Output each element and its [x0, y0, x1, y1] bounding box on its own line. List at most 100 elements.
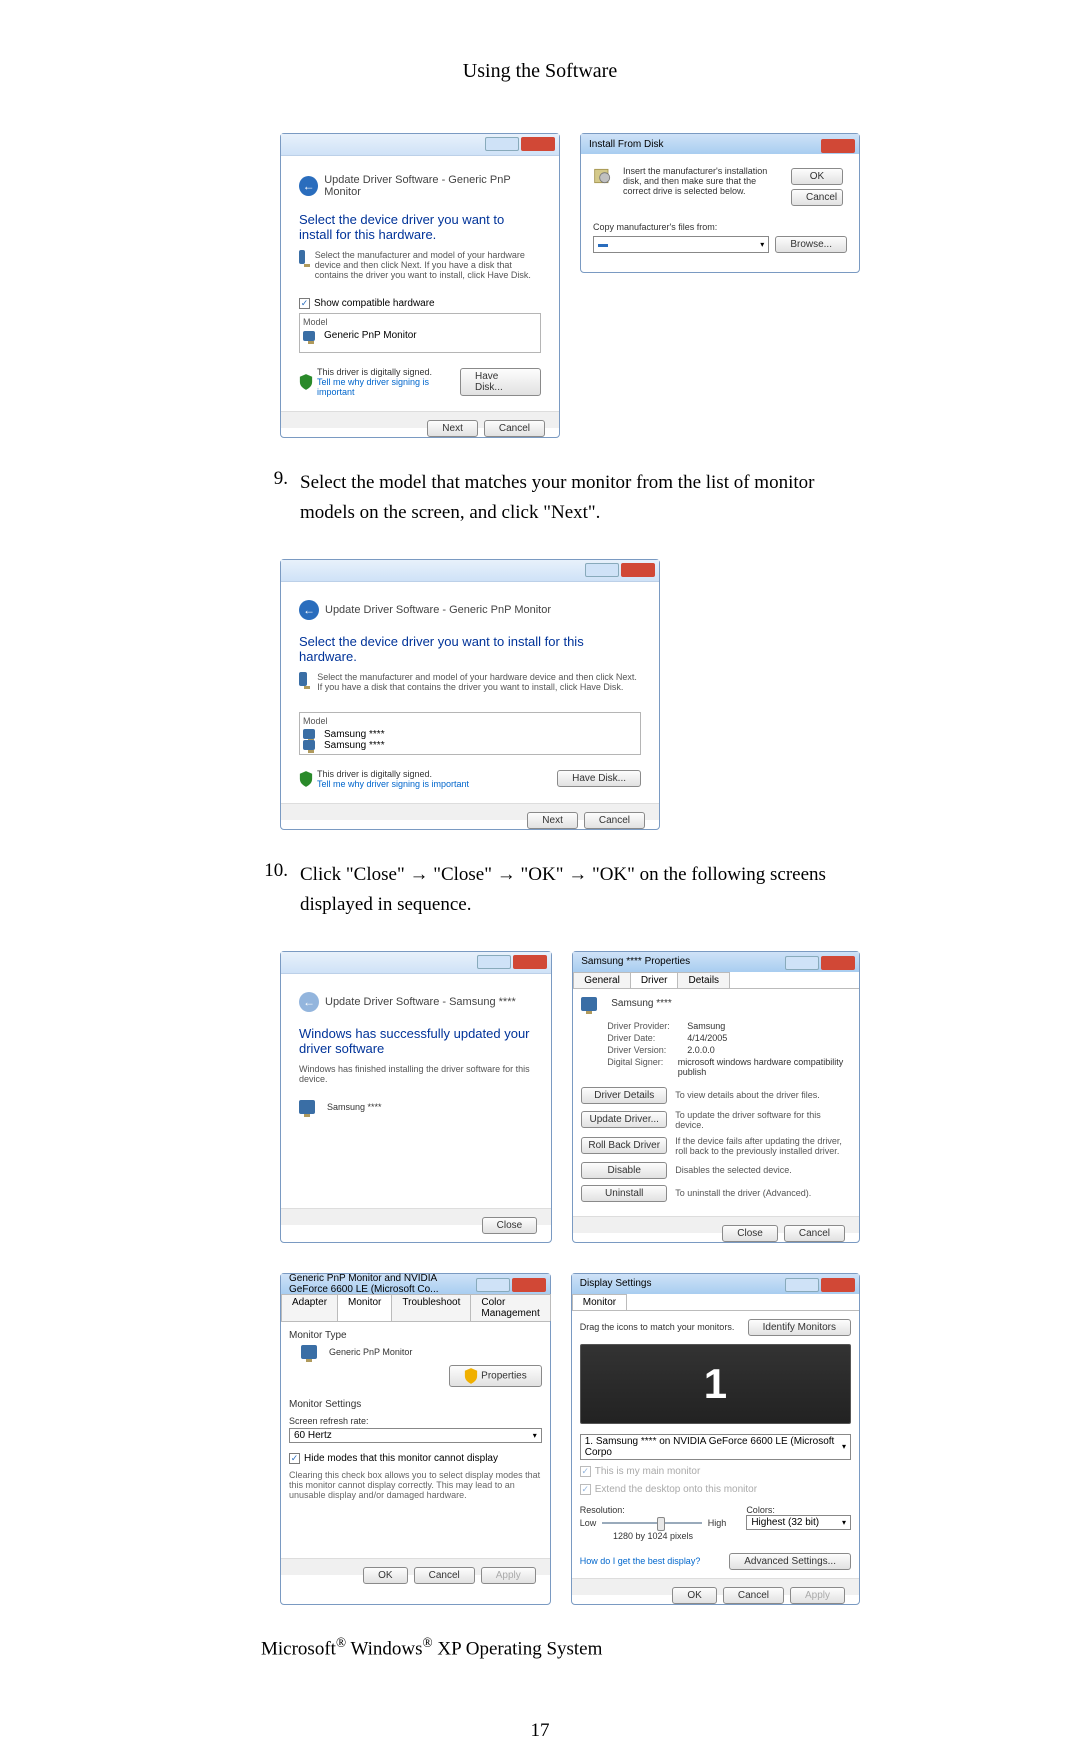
checkbox-label: Hide modes that this monitor cannot disp… — [304, 1453, 498, 1464]
resolution-value: 1280 by 1024 pixels — [580, 1531, 727, 1541]
step-number: 9. — [260, 468, 300, 529]
cancel-button[interactable]: Cancel — [414, 1567, 475, 1584]
page-number: 17 — [0, 1720, 1080, 1742]
cancel-button[interactable]: Cancel — [791, 189, 843, 206]
page-header: Using the Software — [0, 60, 1080, 83]
monitor-preview[interactable]: 1 — [580, 1344, 851, 1424]
tab-driver[interactable]: Driver — [630, 972, 679, 988]
minimize-icon[interactable] — [585, 563, 619, 577]
resolution-slider[interactable] — [602, 1515, 702, 1531]
dialog-select-model: ← Update Driver Software - Generic PnP M… — [280, 559, 660, 830]
disable-button[interactable]: Disable — [581, 1162, 667, 1179]
back-icon[interactable]: ← — [299, 992, 319, 1012]
model-listbox[interactable]: Model Samsung **** Samsung **** — [299, 712, 641, 755]
close-icon[interactable] — [821, 1278, 855, 1292]
tab-adapter[interactable]: Adapter — [281, 1294, 338, 1321]
list-item[interactable]: Generic PnP Monitor — [324, 330, 417, 341]
refresh-dropdown[interactable]: 60 Hertz ▾ — [289, 1428, 542, 1443]
tab-details[interactable]: Details — [677, 972, 730, 988]
roll-back-button[interactable]: Roll Back Driver — [581, 1137, 667, 1154]
tab-monitor[interactable]: Monitor — [337, 1294, 392, 1321]
monitor-icon — [581, 997, 597, 1011]
device-name: Samsung **** — [611, 998, 672, 1009]
list-item[interactable]: Samsung **** — [324, 729, 385, 740]
dialog-subtext: Select the manufacturer and model of you… — [315, 250, 541, 280]
minimize-icon[interactable] — [785, 1278, 819, 1292]
path-dropdown[interactable]: ▬▾ — [593, 236, 769, 253]
next-button[interactable]: Next — [427, 420, 478, 437]
identify-button[interactable]: Identify Monitors — [748, 1319, 851, 1336]
list-item[interactable]: Samsung **** — [324, 740, 385, 751]
minimize-icon[interactable] — [477, 955, 511, 969]
checkbox-label: Extend the desktop onto this monitor — [595, 1484, 757, 1495]
minimize-icon[interactable] — [485, 137, 519, 151]
chevron-down-icon: ▾ — [842, 1518, 846, 1527]
step-9: 9. Select the model that matches your mo… — [260, 468, 860, 529]
next-button[interactable]: Next — [527, 812, 578, 829]
date-label: Driver Date: — [607, 1033, 687, 1043]
properties-button[interactable]: Properties — [449, 1365, 541, 1387]
colors-dropdown[interactable]: Highest (32 bit) ▾ — [746, 1515, 851, 1530]
tab-general[interactable]: General — [573, 972, 631, 988]
breadcrumb: Update Driver Software - Generic PnP Mon… — [324, 174, 541, 198]
uninstall-button[interactable]: Uninstall — [581, 1185, 667, 1202]
rollback-desc: If the device fails after updating the d… — [675, 1136, 851, 1156]
close-icon[interactable] — [521, 137, 555, 151]
cancel-button[interactable]: Cancel — [584, 812, 645, 829]
dialog-title: Samsung **** Properties — [581, 956, 690, 967]
monitor-icon — [303, 331, 315, 341]
tab-color[interactable]: Color Management — [470, 1294, 550, 1321]
ok-button[interactable]: OK — [672, 1587, 716, 1604]
tab-monitor[interactable]: Monitor — [572, 1294, 627, 1310]
dialog-success: ← Update Driver Software - Samsung **** … — [280, 951, 552, 1243]
close-icon[interactable] — [821, 956, 855, 970]
close-button[interactable]: Close — [482, 1217, 538, 1234]
cancel-button[interactable]: Cancel — [484, 420, 545, 437]
model-listbox[interactable]: Model Generic PnP Monitor — [299, 313, 541, 353]
dialog-title: Display Settings — [580, 1278, 652, 1289]
close-icon[interactable] — [821, 139, 855, 153]
help-icon[interactable] — [476, 1278, 510, 1292]
browse-button[interactable]: Browse... — [775, 236, 847, 253]
why-signing-link[interactable]: Tell me why driver signing is important — [317, 377, 460, 397]
date-value: 4/14/2005 — [687, 1033, 727, 1043]
close-icon[interactable] — [513, 955, 547, 969]
tab-troubleshoot[interactable]: Troubleshoot — [391, 1294, 471, 1321]
dialog-title: Install From Disk — [589, 139, 663, 150]
hide-desc: Clearing this check box allows you to se… — [289, 1470, 542, 1500]
have-disk-button[interactable]: Have Disk... — [460, 368, 541, 396]
device-name: Samsung **** — [327, 1102, 382, 1112]
monitor-icon — [299, 1100, 315, 1114]
dialog-subtext: Select the manufacturer and model of you… — [317, 672, 641, 692]
close-icon[interactable] — [621, 563, 655, 577]
signer-value: microsoft windows hardware compatibility… — [678, 1057, 851, 1077]
checkbox-show-compat[interactable]: ✓ — [299, 298, 310, 309]
checkbox-main-monitor: ✓ — [580, 1466, 591, 1477]
dialog-heading: Windows has successfully updated your dr… — [299, 1026, 533, 1056]
have-disk-button[interactable]: Have Disk... — [557, 770, 641, 787]
step-10: 10. Click "Close" → "Close" → "OK" → "OK… — [260, 860, 860, 921]
dialog-subtext: Windows has finished installing the driv… — [299, 1064, 533, 1084]
slider-low: Low — [580, 1518, 597, 1528]
ok-button[interactable]: OK — [791, 168, 843, 185]
ok-button[interactable]: OK — [363, 1567, 407, 1584]
advanced-button[interactable]: Advanced Settings... — [729, 1553, 851, 1570]
provider-value: Samsung — [687, 1021, 725, 1031]
checkbox-hide-modes[interactable]: ✓ — [289, 1453, 300, 1464]
cancel-button[interactable]: Cancel — [723, 1587, 784, 1604]
help-link[interactable]: How do I get the best display? — [580, 1556, 701, 1566]
step-text: Select the model that matches your monit… — [300, 468, 860, 529]
step-number: 10. — [260, 860, 300, 921]
minimize-icon[interactable] — [785, 956, 819, 970]
back-icon[interactable]: ← — [299, 176, 318, 196]
driver-details-button[interactable]: Driver Details — [581, 1087, 667, 1104]
cancel-button[interactable]: Cancel — [784, 1225, 845, 1242]
why-signing-link[interactable]: Tell me why driver signing is important — [317, 779, 469, 789]
dialog-monitor-properties: Samsung **** Properties General Driver D… — [572, 951, 860, 1243]
close-button[interactable]: Close — [722, 1225, 778, 1242]
device-dropdown[interactable]: 1. Samsung **** on NVIDIA GeForce 6600 L… — [580, 1434, 851, 1460]
update-driver-button[interactable]: Update Driver... — [581, 1111, 667, 1128]
monitor-icon — [301, 1345, 317, 1359]
back-icon[interactable]: ← — [299, 600, 319, 620]
close-icon[interactable] — [512, 1278, 546, 1292]
